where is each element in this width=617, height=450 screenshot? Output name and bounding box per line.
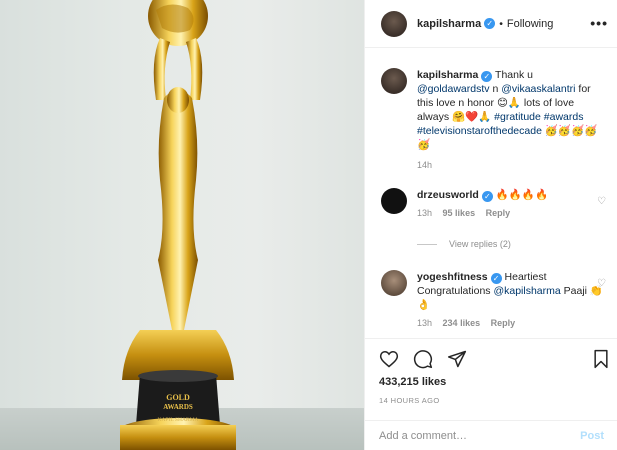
comment-input[interactable]: Add a comment… [379,430,580,442]
save-button[interactable] [592,349,610,369]
more-options-icon[interactable]: ••• [590,15,608,31]
comment-username[interactable]: drzeusworld [417,189,479,201]
comments-list: kapilsharma ✓ Thank u @goldawardstv n @vi… [365,48,617,338]
separator-dot: • [499,17,503,30]
post-sidebar: kapilsharma ✓ • Following ••• kapilsharm… [364,0,617,450]
post-photo[interactable]: GOLD AWARDS KAPIL SHARMA [0,0,364,450]
verified-badge-icon: ✓ [481,71,493,82]
action-icons [379,349,467,369]
heart-icon[interactable] [379,349,399,369]
verified-badge-icon: ✓ [484,18,496,29]
likes-count[interactable]: 433,215 likes [379,376,446,388]
comment-username[interactable]: yogeshfitness [417,271,488,283]
avatar[interactable] [381,188,407,214]
hashtag-link[interactable]: #gratitude [494,111,541,123]
add-comment-bar: Add a comment… Post [365,420,617,450]
comment-like-icon[interactable]: ♡ [597,196,606,207]
comment-body: 🔥🔥🔥🔥 [495,189,549,201]
caption-username[interactable]: kapilsharma [417,69,478,81]
plaque-line-1: GOLD [166,393,190,402]
bookmark-icon[interactable] [592,349,610,369]
comment-item: drzeusworld ✓ 🔥🔥🔥🔥 13h 95 likes Reply ♡ [381,188,606,218]
comment-likes[interactable]: 234 likes [443,318,481,328]
reply-button[interactable]: Reply [486,208,511,218]
header-username[interactable]: kapilsharma [417,18,481,30]
comment-meta: 13h 95 likes Reply [417,208,606,218]
avatar[interactable] [381,68,407,94]
verified-badge-icon: ✓ [481,191,493,202]
caption-meta: 14h [417,160,606,170]
comment-time[interactable]: 13h [417,208,432,218]
comment-text: drzeusworld ✓ 🔥🔥🔥🔥 [417,188,606,202]
avatar[interactable] [381,10,407,37]
comment-meta: 13h 234 likes Reply [417,318,606,328]
comment-time[interactable]: 13h [417,318,432,328]
caption-text-1: Thank u [495,69,533,81]
hashtag-link[interactable]: #awards [544,111,584,123]
view-replies-label[interactable]: View replies (2) [449,239,511,249]
reply-button[interactable]: Reply [491,318,516,328]
plaque-line-2: AWARDS [163,403,193,411]
post-timestamp[interactable]: 14 HOURS AGO [379,396,440,405]
following-button[interactable]: Following [507,18,553,30]
plaque-line-3: KAPIL SHARMA [158,417,199,423]
post-actions: 433,215 likes 14 HOURS AGO [365,338,617,420]
mention-link[interactable]: @kapilsharma [493,285,560,297]
comment-text: yogeshfitness ✓ Heartiest Congratulations… [417,270,606,312]
avatar[interactable] [381,270,407,296]
replies-divider [417,243,437,245]
comment-icon[interactable] [413,349,433,369]
post-header: kapilsharma ✓ • Following ••• [365,0,617,48]
caption-text-2: n [492,83,499,95]
comment-item: yogeshfitness ✓ Heartiest Congratulations… [381,270,606,328]
comment-likes[interactable]: 95 likes [443,208,476,218]
trophy-illustration: GOLD AWARDS KAPIL SHARMA [120,0,236,450]
caption: kapilsharma ✓ Thank u @goldawardstv n @vi… [381,68,606,170]
verified-badge-icon: ✓ [490,273,502,284]
post-button[interactable]: Post [580,430,604,442]
hashtag-link[interactable]: #televisionstarofthedecade [417,125,542,137]
share-icon[interactable] [447,349,467,369]
caption-time[interactable]: 14h [417,160,432,170]
mention-link[interactable]: @goldawardstv [417,83,490,95]
mention-link[interactable]: @vikaaskalantri [501,83,575,95]
view-replies[interactable]: View replies (2) [417,239,511,249]
comment-like-icon[interactable]: ♡ [597,278,606,289]
caption-text: kapilsharma ✓ Thank u @goldawardstv n @vi… [417,68,606,152]
instagram-post-view: GOLD AWARDS KAPIL SHARMA kapilsharma ✓ •… [0,0,617,450]
